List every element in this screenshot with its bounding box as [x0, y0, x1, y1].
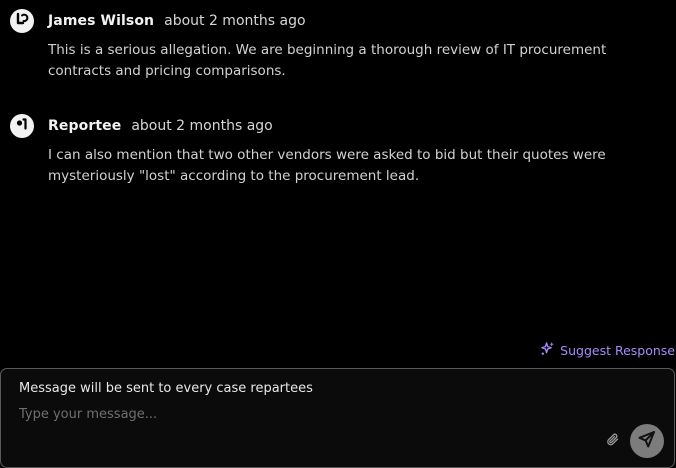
logo-avatar-icon [14, 11, 30, 31]
message-text: I can also mention that two other vendor… [48, 147, 606, 184]
message-timestamp: about 2 months ago [164, 13, 306, 29]
message-item: Reportee about 2 months ago I can also m… [10, 114, 608, 187]
message-header: James Wilson about 2 months ago [10, 9, 608, 33]
avatar [10, 9, 34, 33]
message-input[interactable] [19, 404, 579, 424]
message-item: James Wilson about 2 months ago This is … [10, 9, 608, 82]
message-composer: Message will be sent to every case repar… [0, 368, 675, 468]
avatar [10, 114, 34, 138]
message-timestamp: about 2 months ago [131, 118, 273, 134]
message-author: James Wilson [48, 13, 155, 29]
conversation-panel: James Wilson about 2 months ago This is … [0, 0, 676, 468]
recipients-notice: Message will be sent to every case repar… [19, 381, 313, 396]
message-header: Reportee about 2 months ago [10, 114, 608, 138]
suggest-response-button[interactable]: Suggest Response [540, 341, 675, 359]
send-button[interactable] [630, 424, 664, 458]
message-text: This is a serious allegation. We are beg… [48, 42, 607, 79]
message-author: Reportee [48, 118, 122, 134]
paperclip-icon[interactable] [605, 432, 621, 448]
anonymous-avatar-icon [14, 116, 30, 136]
sparkles-icon [540, 341, 560, 359]
suggest-response-label: Suggest Response [560, 342, 675, 358]
send-icon [638, 430, 656, 452]
